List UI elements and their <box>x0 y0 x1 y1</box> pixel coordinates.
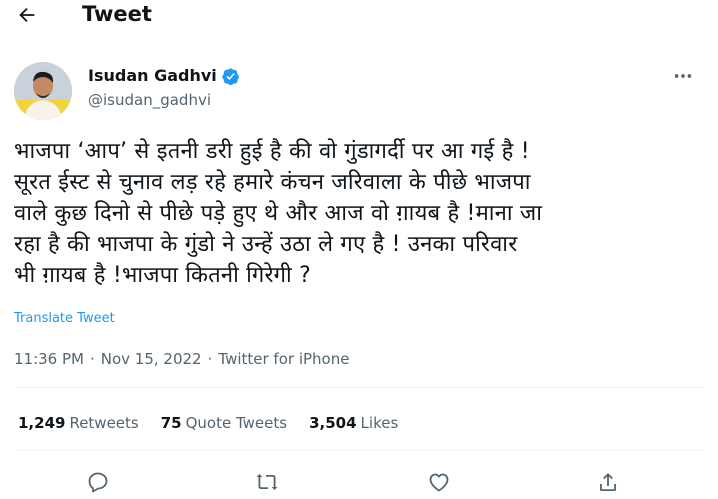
like-icon[interactable] <box>427 470 451 494</box>
page-title: Tweet <box>82 2 152 26</box>
reply-icon[interactable] <box>86 470 110 494</box>
author-handle[interactable]: @isudan_gadhvi <box>88 90 211 110</box>
tweet-meta: 11:36 PM · Nov 15, 2022 · Twitter for iP… <box>14 349 349 369</box>
back-arrow-icon[interactable] <box>16 4 38 26</box>
retweets-label: Retweets <box>69 414 139 432</box>
share-icon[interactable] <box>596 470 620 494</box>
author-name-row[interactable]: Isudan Gadhvi <box>88 66 240 86</box>
top-bar: Tweet <box>0 0 718 30</box>
divider <box>14 450 704 451</box>
more-options-icon[interactable] <box>672 66 694 86</box>
divider <box>14 387 704 388</box>
likes-stat[interactable]: 3,504 Likes <box>309 413 398 433</box>
quote-tweets-stat[interactable]: 75 Quote Tweets <box>161 413 287 433</box>
retweet-icon[interactable] <box>255 470 279 494</box>
tweet-time[interactable]: 11:36 PM <box>14 349 84 369</box>
action-bar <box>0 470 718 496</box>
retweets-count: 1,249 <box>18 414 66 432</box>
meta-separator: · <box>89 350 95 368</box>
quotes-count: 75 <box>160 414 182 432</box>
tweet-text: भाजपा ‘आप’ से इतनी डरी हुई है की वो गुंड… <box>14 139 543 288</box>
tweet-date[interactable]: Nov 15, 2022 <box>101 349 202 369</box>
avatar[interactable] <box>14 62 72 120</box>
meta-separator: · <box>207 350 213 368</box>
tweet-source[interactable]: Twitter for iPhone <box>218 349 349 369</box>
retweets-stat[interactable]: 1,249 Retweets <box>18 413 139 433</box>
tweet-stats: 1,249 Retweets 75 Quote Tweets 3,504 Likes <box>18 413 420 433</box>
likes-label: Likes <box>360 414 399 432</box>
translate-tweet-link[interactable]: Translate Tweet <box>14 310 115 328</box>
quotes-label: Quote Tweets <box>185 414 288 432</box>
likes-count: 3,504 <box>309 414 357 432</box>
author-name[interactable]: Isudan Gadhvi <box>88 66 217 86</box>
verified-badge-icon <box>221 67 240 86</box>
